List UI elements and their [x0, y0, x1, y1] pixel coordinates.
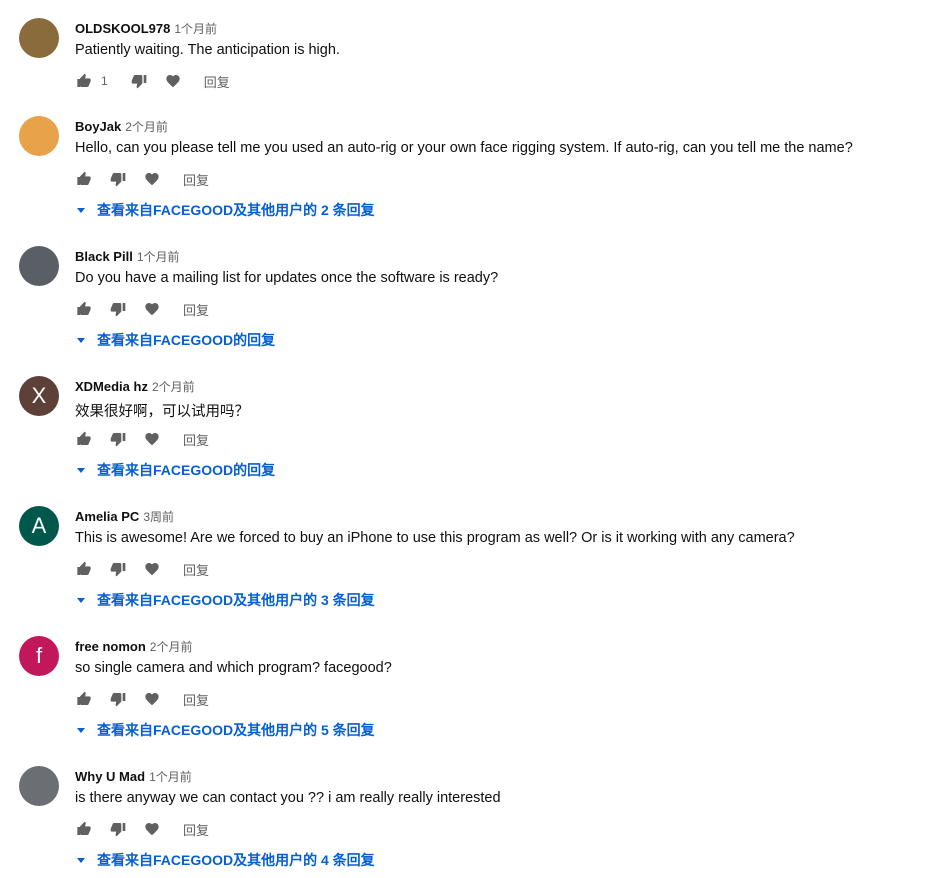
avatar-letter: f: [35, 643, 43, 668]
view-replies-button[interactable]: 查看来自FACEGOOD及其他用户的 4 条回复: [75, 850, 375, 870]
like-count: 1: [101, 74, 108, 88]
view-replies-label: 查看来自FACEGOOD及其他用户的 4 条回复: [97, 852, 375, 868]
comment-actions: 回复: [75, 430, 209, 448]
avatar[interactable]: [19, 246, 59, 286]
reply-button[interactable]: 回复: [183, 170, 209, 189]
comment-time[interactable]: 1个月前: [137, 250, 180, 264]
reply-button[interactable]: 回复: [183, 820, 209, 839]
caret-down-icon: [75, 464, 87, 476]
comment-item: OLDSKOOL978 1个月前 Patiently waiting. The a…: [0, 18, 928, 130]
avatar[interactable]: [19, 116, 59, 156]
view-replies-button[interactable]: 查看来自FACEGOOD的回复: [75, 330, 275, 350]
avatar-letter: X: [31, 383, 47, 408]
comment-header: Why U Mad 1个月前: [75, 768, 192, 785]
comment-actions: 1 回复: [75, 72, 230, 90]
comment-header: BoyJak 2个月前: [75, 118, 168, 135]
thumbs-down-icon[interactable]: [109, 300, 127, 318]
comment-text: Hello, can you please tell me you used a…: [75, 140, 853, 156]
thumbs-up-icon[interactable]: [75, 72, 93, 90]
comment-actions: 回复: [75, 690, 209, 708]
heart-icon[interactable]: [143, 430, 161, 448]
thumbs-up-icon[interactable]: [75, 820, 93, 838]
avatar[interactable]: X: [19, 376, 59, 416]
thumbs-up-icon[interactable]: [75, 430, 93, 448]
comment-item: A Amelia PC 3周前 This is awesome! Are we f…: [0, 506, 928, 618]
view-replies-button[interactable]: 查看来自FACEGOOD及其他用户的 5 条回复: [75, 720, 375, 740]
comment-time[interactable]: 1个月前: [149, 770, 192, 784]
comment-item: Why U Mad 1个月前 is there anyway we can con…: [0, 766, 928, 878]
author-name[interactable]: free nomon: [75, 639, 146, 654]
reply-button[interactable]: 回复: [204, 72, 230, 91]
avatar-letter: A: [31, 513, 47, 538]
thumbs-down-icon[interactable]: [109, 170, 127, 188]
author-name[interactable]: XDMedia hz: [75, 379, 148, 394]
thumbs-down-icon[interactable]: [130, 72, 148, 90]
comment-item: BoyJak 2个月前 Hello, can you please tell me…: [0, 116, 928, 228]
view-replies-button[interactable]: 查看来自FACEGOOD及其他用户的 3 条回复: [75, 590, 375, 610]
author-name[interactable]: Black Pill: [75, 249, 133, 264]
reply-button[interactable]: 回复: [183, 560, 209, 579]
reply-button[interactable]: 回复: [183, 430, 209, 449]
comment-header: free nomon 2个月前: [75, 638, 192, 655]
heart-icon[interactable]: [143, 170, 161, 188]
comment-actions: 回复: [75, 820, 209, 838]
comment-actions: 回复: [75, 560, 209, 578]
comment-header: OLDSKOOL978 1个月前: [75, 20, 217, 37]
comment-text: This is awesome! Are we forced to buy an…: [75, 530, 795, 546]
caret-down-icon: [75, 594, 87, 606]
thumbs-up-icon[interactable]: [75, 170, 93, 188]
comment-text: Do you have a mailing list for updates o…: [75, 270, 499, 286]
comment-header: XDMedia hz 2个月前: [75, 378, 195, 395]
comment-time[interactable]: 2个月前: [125, 120, 168, 134]
comment-actions: 回复: [75, 170, 209, 188]
comment-item: f free nomon 2个月前 so single camera and wh…: [0, 636, 928, 748]
avatar[interactable]: A: [19, 506, 59, 546]
author-name[interactable]: Amelia PC: [75, 509, 139, 524]
avatar[interactable]: f: [19, 636, 59, 676]
comment-item: X XDMedia hz 2个月前 效果很好啊，可以试用吗？ 回复 查看来自FAC…: [0, 376, 928, 488]
view-replies-button[interactable]: 查看来自FACEGOOD的回复: [75, 460, 275, 480]
thumbs-up-icon[interactable]: [75, 690, 93, 708]
author-name[interactable]: BoyJak: [75, 119, 121, 134]
comment-time[interactable]: 3周前: [143, 510, 174, 524]
caret-down-icon: [75, 334, 87, 346]
heart-icon[interactable]: [143, 300, 161, 318]
thumbs-down-icon[interactable]: [109, 560, 127, 578]
thumbs-up-icon[interactable]: [75, 300, 93, 318]
caret-down-icon: [75, 854, 87, 866]
reply-button[interactable]: 回复: [183, 690, 209, 709]
thumbs-down-icon[interactable]: [109, 430, 127, 448]
avatar[interactable]: [19, 18, 59, 58]
caret-down-icon: [75, 204, 87, 216]
comment-header: Black Pill 1个月前: [75, 248, 180, 265]
view-replies-label: 查看来自FACEGOOD及其他用户的 2 条回复: [97, 202, 375, 218]
author-name[interactable]: OLDSKOOL978: [75, 21, 170, 36]
view-replies-label: 查看来自FACEGOOD及其他用户的 5 条回复: [97, 722, 375, 738]
thumbs-up-icon[interactable]: [75, 560, 93, 578]
thumbs-down-icon[interactable]: [109, 820, 127, 838]
caret-down-icon: [75, 724, 87, 736]
heart-icon[interactable]: [164, 72, 182, 90]
comment-item: Black Pill 1个月前 Do you have a mailing lis…: [0, 246, 928, 358]
view-replies-label: 查看来自FACEGOOD的回复: [97, 462, 276, 478]
heart-icon[interactable]: [143, 560, 161, 578]
comment-time[interactable]: 1个月前: [174, 22, 217, 36]
comment-time[interactable]: 2个月前: [150, 640, 193, 654]
comment-text: 效果很好啊，可以试用吗？: [75, 404, 249, 420]
author-name[interactable]: Why U Mad: [75, 769, 145, 784]
thumbs-down-icon[interactable]: [109, 690, 127, 708]
comment-time[interactable]: 2个月前: [152, 380, 195, 394]
comment-header: Amelia PC 3周前: [75, 508, 174, 525]
view-replies-label: 查看来自FACEGOOD及其他用户的 3 条回复: [97, 592, 375, 608]
view-replies-label: 查看来自FACEGOOD的回复: [97, 332, 276, 348]
heart-icon[interactable]: [143, 690, 161, 708]
view-replies-button[interactable]: 查看来自FACEGOOD及其他用户的 2 条回复: [75, 200, 375, 220]
comment-actions: 回复: [75, 300, 209, 318]
comment-text: is there anyway we can contact you ?? i …: [75, 790, 501, 806]
comment-text: so single camera and which program? face…: [75, 660, 392, 676]
avatar[interactable]: [19, 766, 59, 806]
comment-text: Patiently waiting. The anticipation is h…: [75, 42, 340, 58]
reply-button[interactable]: 回复: [183, 300, 209, 319]
heart-icon[interactable]: [143, 820, 161, 838]
